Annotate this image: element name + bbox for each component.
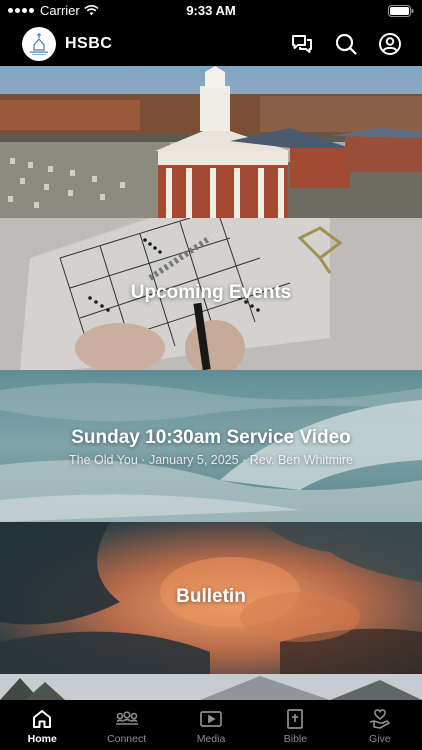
- home-icon: [33, 710, 52, 728]
- bottom-tab-bar: Home Connect Media Bible Give: [0, 700, 422, 750]
- upcoming-events-text: Upcoming Events: [0, 282, 422, 304]
- give-icon: [369, 709, 390, 729]
- bulletin-card[interactable]: Bulletin: [0, 522, 422, 674]
- people-icon: [115, 711, 138, 725]
- service-video-card[interactable]: Sunday 10:30am Service Video The Old You…: [0, 370, 422, 522]
- church-photo: [0, 66, 422, 218]
- mountain-photo: [0, 674, 422, 700]
- tab-give[interactable]: Give: [338, 700, 422, 750]
- card-subtitle: The Old You · January 5, 2025 · Rev. Ben…: [69, 453, 353, 467]
- tab-media[interactable]: Media: [169, 700, 253, 750]
- bible-icon: [287, 709, 304, 729]
- home-feed[interactable]: Upcoming Events Sunday 10:30am Service V…: [0, 66, 422, 700]
- search-button[interactable]: [332, 30, 360, 58]
- upcoming-events-card[interactable]: Upcoming Events: [0, 218, 422, 370]
- header-actions: [288, 30, 404, 58]
- battery-icon: [388, 4, 414, 22]
- chat-icon: [292, 35, 312, 53]
- play-icon: [200, 711, 222, 727]
- tab-label: Media: [196, 733, 226, 745]
- tab-home[interactable]: Home: [0, 700, 84, 750]
- card-title: Sunday 10:30am Service Video: [71, 427, 351, 448]
- status-time: 9:33 AM: [186, 3, 236, 18]
- search-icon: [335, 33, 357, 55]
- church-hero-card[interactable]: [0, 66, 422, 218]
- card-title: Upcoming Events: [130, 282, 292, 303]
- profile-icon: [379, 33, 401, 55]
- tab-label: Connect: [107, 733, 147, 745]
- tab-connect[interactable]: Connect: [84, 700, 168, 750]
- card-title: Bulletin: [176, 586, 246, 607]
- chat-button[interactable]: [288, 30, 316, 58]
- status-bar: Carrier 9:33 AM: [0, 0, 422, 22]
- tab-label: Give: [369, 733, 391, 745]
- next-card-partial[interactable]: [0, 674, 422, 700]
- profile-button[interactable]: [376, 30, 404, 58]
- app-title: HSBC: [65, 35, 113, 52]
- church-logo-icon[interactable]: [22, 27, 56, 61]
- service-video-text: Sunday 10:30am Service Video The Old You…: [0, 427, 422, 467]
- bulletin-text: Bulletin: [0, 586, 422, 608]
- tab-label: Home: [27, 733, 57, 745]
- tab-label: Bible: [283, 733, 308, 745]
- app-header: HSBC: [0, 22, 422, 66]
- tab-bible[interactable]: Bible: [253, 700, 337, 750]
